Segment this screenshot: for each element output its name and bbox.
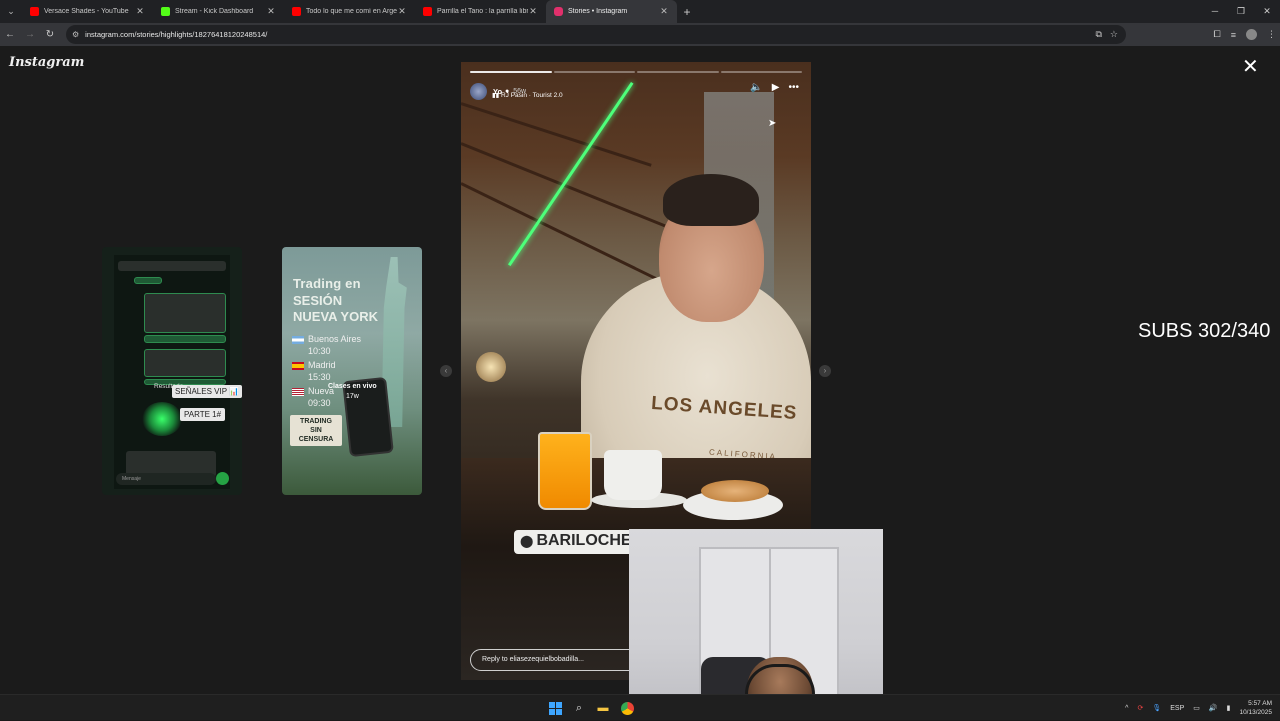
schedule-row: Madrid 15:30 [292, 359, 336, 383]
tab-close-icon[interactable]: ✕ [397, 6, 407, 17]
bookmark-star-icon[interactable]: ☆ [1110, 29, 1118, 40]
browser-tab-bar: ⌄ Versace Shades - YouTube ✕ Stream - Ki… [0, 0, 1280, 23]
install-app-icon[interactable]: ⧉ [1095, 29, 1101, 40]
new-tab-plus-icon[interactable]: + [677, 5, 697, 19]
live-classes-label: Clases en vivo [328, 383, 377, 390]
file-explorer-icon[interactable]: ▬ [594, 699, 612, 717]
youtube-favicon-icon [423, 7, 432, 16]
play-icon[interactable]: ▶ [772, 82, 780, 93]
window-controls: ─ ❐ ✕ [1202, 0, 1280, 23]
story-preview-previous-2[interactable]: Resultado SEÑALES VIP 📊 PARTE 1# Mensaje [102, 247, 242, 495]
mouse-cursor-icon: ➤ [768, 118, 777, 129]
kick-favicon-icon [161, 7, 170, 16]
pastries [701, 480, 769, 502]
window-close-icon[interactable]: ✕ [1254, 0, 1280, 23]
search-icon[interactable]: ⌕ [570, 699, 588, 717]
address-bar[interactable]: ⚙ instagram.com/stories/highlights/18276… [66, 25, 1126, 44]
volume-icon[interactable]: 🔊 [1209, 704, 1218, 712]
live-time-label: 17w [346, 393, 359, 400]
battery-icon[interactable]: ▮ [1227, 704, 1231, 712]
extensions-puzzle-icon[interactable]: ⧠ [1214, 29, 1221, 40]
language-indicator[interactable]: ESP [1170, 705, 1184, 712]
story-preview-previous-1[interactable]: Trading en SESIÓN NUEVA YORK Buenos Aire… [282, 247, 422, 495]
orange-juice-glass [538, 432, 592, 510]
schedule-row: Buenos Aires 10:30 [292, 333, 361, 357]
chat-screenshot [114, 255, 230, 489]
tab-title: Stories • Instagram [568, 8, 628, 15]
usa-flag-icon [292, 387, 304, 396]
story-controls: 🔈 ▶ ••• [750, 82, 799, 93]
webcam-overlay [629, 529, 883, 720]
tab-close-icon[interactable]: ✕ [528, 6, 538, 17]
location-pin-icon: ⬤ [520, 534, 534, 548]
instagram-logo[interactable]: Instagram [9, 55, 84, 70]
browser-tab[interactable]: Parrilla el Tano : la parrilla libre ✕ [415, 0, 546, 23]
spain-flag-icon [292, 361, 304, 370]
tab-close-icon[interactable]: ✕ [135, 6, 145, 17]
media-controls-icon[interactable]: ≡ [1231, 30, 1236, 40]
tab-title: Todo lo que me comí en Argen [306, 8, 397, 15]
story-music-label[interactable]: ▮▮ RJ Pasin · Tourist 2.0 [492, 91, 563, 99]
tray-chevron-up-icon[interactable]: ^ [1125, 705, 1128, 712]
green-swirl-image [142, 402, 182, 436]
browser-tab[interactable]: Todo lo que me comí en Argen ✕ [284, 0, 415, 23]
avatar[interactable] [470, 82, 487, 100]
profile-avatar[interactable] [1246, 29, 1257, 40]
send-button-icon [216, 472, 229, 485]
part-tag: PARTE 1# [180, 408, 226, 421]
tab-title: Versace Shades - YouTube [44, 8, 129, 15]
story-progress-bar [470, 71, 802, 73]
reload-icon[interactable]: ↻ [40, 29, 60, 40]
site-info-icon[interactable]: ⚙ [72, 30, 79, 39]
youtube-favicon-icon [292, 7, 301, 16]
back-arrow-icon[interactable]: ← [0, 29, 20, 40]
message-input-preview: Mensaje [116, 473, 216, 485]
previous-story-chevron-icon[interactable]: ‹ [440, 365, 452, 377]
tab-search-chevron-icon[interactable]: ⌄ [0, 0, 22, 23]
tab-title: Parrilla el Tano : la parrilla libre [437, 8, 528, 15]
url-text: instagram.com/stories/highlights/1827641… [85, 30, 268, 39]
thumb-title-line1: Trading en [293, 276, 361, 291]
chrome-icon[interactable] [618, 699, 636, 717]
vip-signals-tag: SEÑALES VIP 📊 [172, 385, 242, 398]
minimize-icon[interactable]: ─ [1202, 0, 1228, 23]
trading-badge: TRADING SIN CENSURA [290, 415, 342, 446]
coffee-cup [604, 450, 662, 500]
tab-title: Stream - Kick Dashboard [175, 8, 254, 15]
next-story-chevron-icon[interactable]: › [819, 365, 831, 377]
instagram-favicon-icon [554, 7, 563, 16]
tab-close-icon[interactable]: ✕ [266, 6, 276, 17]
browser-menu-icon[interactable]: ⋮ [1267, 29, 1276, 40]
browser-tab-active[interactable]: Stories • Instagram ✕ [546, 0, 677, 23]
browser-toolbar: ← → ↻ ⚙ instagram.com/stories/highlights… [0, 23, 1280, 46]
browser-tab[interactable]: Versace Shades - YouTube ✕ [22, 0, 153, 23]
music-bars-icon: ▮▮ [492, 92, 501, 99]
browser-tab[interactable]: Stream - Kick Dashboard ✕ [153, 0, 284, 23]
more-options-icon[interactable]: ••• [788, 82, 799, 93]
windows-taskbar: ⌕ ▬ ^ ⟳ 🎙 ESP ▭ 🔊 ▮ 5:57 AM 10/13/2025 [0, 694, 1280, 720]
forward-arrow-icon[interactable]: → [20, 29, 40, 40]
close-story-icon[interactable]: ✕ [1242, 57, 1259, 77]
tab-close-icon[interactable]: ✕ [659, 6, 669, 17]
system-clock[interactable]: 5:57 AM 10/13/2025 [1239, 699, 1272, 717]
windows-start-icon[interactable] [546, 699, 564, 717]
restore-icon[interactable]: ❐ [1228, 0, 1254, 23]
argentina-flag-icon [292, 335, 304, 344]
youtube-favicon-icon [30, 7, 39, 16]
subs-counter-overlay: SUBS 302/340 [1138, 320, 1271, 342]
thumb-title-line2: SESIÓN NUEVA YORK [293, 293, 378, 324]
tray-app-icon[interactable]: ⟳ [1137, 704, 1143, 712]
microphone-icon[interactable]: 🎙 [1152, 704, 1161, 712]
network-icon[interactable]: ▭ [1193, 704, 1200, 712]
mute-icon[interactable]: 🔈 [750, 82, 762, 93]
